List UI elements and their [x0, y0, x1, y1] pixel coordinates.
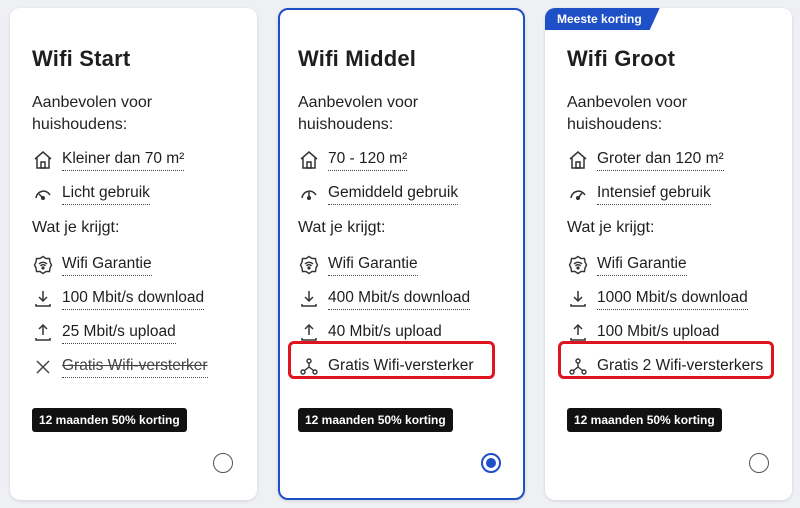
feature-wifi-guarantee: Wifi Garantie: [298, 254, 418, 276]
cross-icon: [32, 356, 54, 378]
feature-text: Gratis Wifi-versterker: [62, 356, 208, 378]
feature-wifi-guarantee: Wifi Garantie: [32, 254, 152, 276]
feature-text: Groter dan 120 m²: [597, 149, 724, 171]
includes-label: Wat je krijgt:: [32, 219, 120, 236]
feature-usage: Licht gebruik: [32, 183, 150, 205]
feature-house-size: 70 - 120 m²: [298, 149, 408, 171]
includes-label: Wat je krijgt:: [298, 219, 386, 236]
house-icon: [32, 149, 54, 171]
recommended-label: Aanbevolen voor huishoudens:: [567, 94, 688, 133]
plan-radio-wifi-start[interactable]: [213, 453, 233, 473]
plan-radio-wifi-middel[interactable]: [481, 453, 501, 473]
upload-icon: [32, 322, 54, 344]
discount-badge: 12 maanden 50% korting: [298, 408, 453, 432]
gauge-high-icon: [567, 183, 589, 205]
feature-usage: Gemiddeld gebruik: [298, 183, 459, 205]
recommended-label: Aanbevolen voor huishoudens:: [298, 94, 419, 133]
gauge-mid-icon: [298, 183, 320, 205]
feature-text: 100 Mbit/s download: [62, 288, 205, 310]
wifi-shield-icon: [32, 254, 54, 276]
house-icon: [298, 149, 320, 171]
feature-extender: Gratis Wifi-versterker: [32, 356, 208, 378]
gauge-low-icon: [32, 183, 54, 205]
feature-download: 1000 Mbit/s download: [567, 288, 748, 310]
feature-text: 25 Mbit/s upload: [62, 322, 176, 344]
feature-usage: Intensief gebruik: [567, 183, 711, 205]
feature-wifi-guarantee: Wifi Garantie: [567, 254, 687, 276]
feature-text: Gemiddeld gebruik: [328, 183, 459, 205]
highlight-box-middel-extender: [288, 341, 495, 379]
feature-house-size: Groter dan 120 m²: [567, 149, 724, 171]
includes-label: Wat je krijgt:: [567, 219, 655, 236]
feature-text: Intensief gebruik: [597, 183, 711, 205]
feature-text: 400 Mbit/s download: [328, 288, 471, 310]
plan-title: Wifi Middel: [298, 46, 417, 71]
download-icon: [298, 288, 320, 310]
feature-download: 400 Mbit/s download: [298, 288, 471, 310]
house-icon: [567, 149, 589, 171]
plan-title: Wifi Groot: [567, 46, 676, 71]
plan-card-wifi-groot[interactable]: Wifi Groot Aanbevolen voor huishoudens: …: [545, 8, 792, 500]
highlight-box-groot-extenders: [558, 341, 774, 379]
wifi-shield-icon: [567, 254, 589, 276]
feature-text: 1000 Mbit/s download: [597, 288, 748, 310]
discount-badge: 12 maanden 50% korting: [567, 408, 722, 432]
discount-badge: 12 maanden 50% korting: [32, 408, 187, 432]
download-icon: [32, 288, 54, 310]
feature-text: Licht gebruik: [62, 183, 150, 205]
feature-text: Kleiner dan 70 m²: [62, 149, 185, 171]
download-icon: [567, 288, 589, 310]
plan-title: Wifi Start: [32, 46, 131, 71]
feature-download: 100 Mbit/s download: [32, 288, 205, 310]
feature-text: 70 - 120 m²: [328, 149, 408, 171]
plan-radio-wifi-groot[interactable]: [749, 453, 769, 473]
wifi-shield-icon: [298, 254, 320, 276]
feature-text: Wifi Garantie: [597, 254, 687, 276]
plan-card-wifi-start[interactable]: Wifi Start Aanbevolen voor huishoudens: …: [10, 8, 257, 500]
feature-text: Wifi Garantie: [328, 254, 418, 276]
top-discount-badge: Meeste korting: [545, 8, 660, 30]
plan-card-wifi-middel[interactable]: Wifi Middel Aanbevolen voor huishoudens:…: [278, 8, 525, 500]
feature-house-size: Kleiner dan 70 m²: [32, 149, 185, 171]
feature-upload: 25 Mbit/s upload: [32, 322, 176, 344]
recommended-label: Aanbevolen voor huishoudens:: [32, 94, 153, 133]
feature-text: Wifi Garantie: [62, 254, 152, 276]
